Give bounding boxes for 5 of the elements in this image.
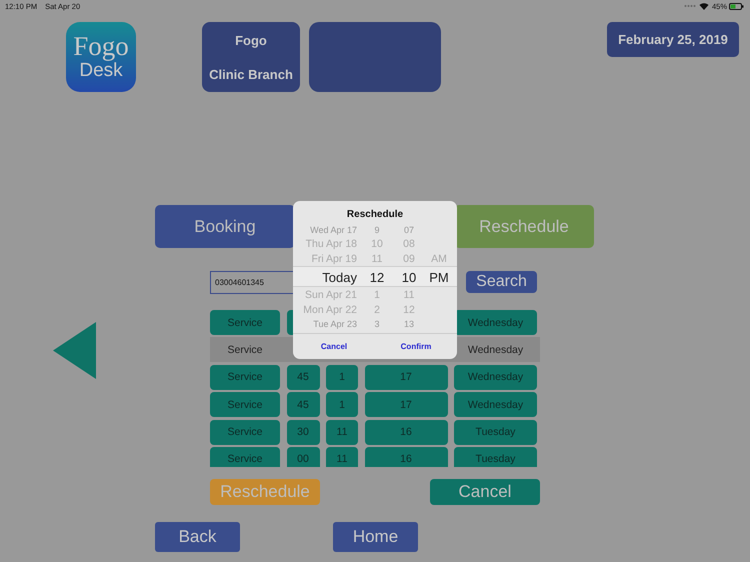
branch-name: Clinic Branch bbox=[209, 67, 293, 82]
logo-text: Fogo bbox=[73, 32, 129, 60]
clinic-name: Fogo bbox=[235, 33, 267, 48]
dialog-title: Reschedule bbox=[346, 209, 404, 220]
logo-subtext: Desk bbox=[79, 60, 123, 82]
